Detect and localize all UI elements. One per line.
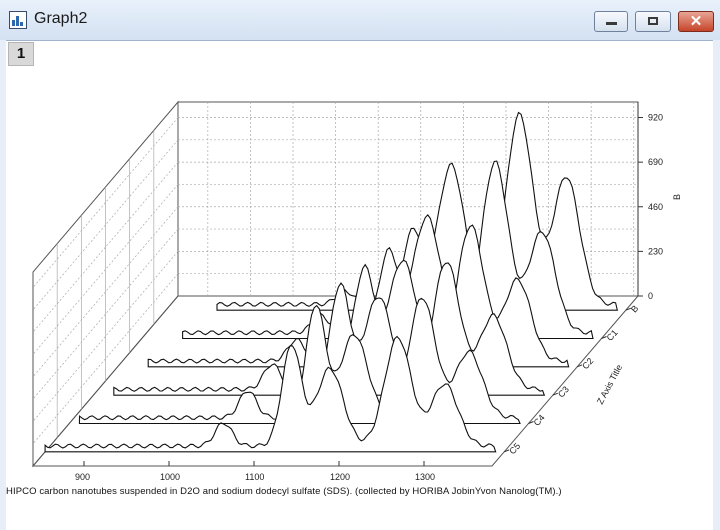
x-tick-label: 1000 [160,472,180,482]
z-axis-title: B [672,194,682,200]
z-tick-label: 230 [648,246,663,256]
y-axis-title: Z Axis Title [595,363,624,406]
y-tick-label: C2 [580,356,595,371]
z-tick-label: 920 [648,113,663,123]
z-tick-label: 0 [648,291,653,301]
z-tick-label: 460 [648,202,663,212]
graph-window: Graph2 ✕ 1 0 230 460 690 920 B 900 1000 1100 1200… [0,0,720,530]
x-tick-label: 1200 [330,472,350,482]
chart-caption: HIPCO carbon nanotubes suspended in D2O … [6,486,562,497]
waterfall-chart: 0 230 460 690 920 B 900 1000 1100 1200 1300 B C1 C2 C3… [31,100,682,482]
y-tick-label: C1 [605,328,620,343]
y-tick-label: C4 [532,413,547,428]
x-tick-label: 1100 [245,472,264,482]
y-tick-label: C3 [556,384,571,399]
y-tick-label: C5 [507,441,522,456]
x-tick-label: 900 [75,472,90,482]
z-tick-label: 690 [648,157,663,167]
x-tick-label: 1300 [415,472,435,482]
y-tick-label: B [629,303,640,314]
